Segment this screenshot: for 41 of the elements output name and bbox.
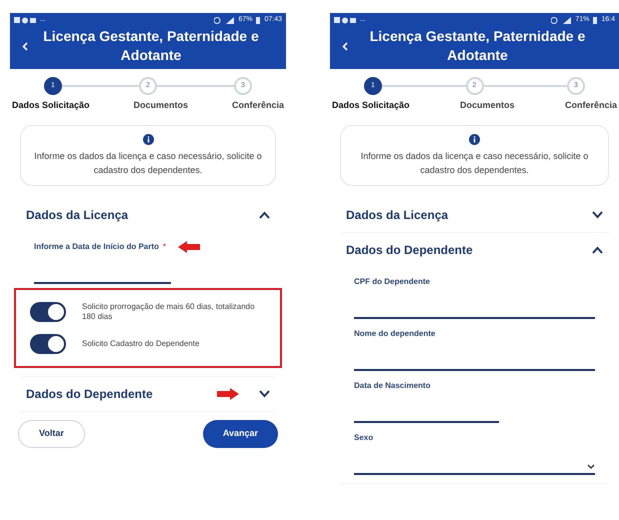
- collapse-icon[interactable]: [592, 246, 603, 254]
- step-label: Dados Solicitação: [12, 99, 90, 112]
- step-label: Conferência: [564, 99, 617, 112]
- back-button[interactable]: Voltar: [18, 420, 85, 448]
- toggle-switch[interactable]: [30, 302, 66, 322]
- collapse-icon[interactable]: [259, 210, 270, 218]
- battery-icon: [593, 16, 598, 24]
- next-button[interactable]: Avançar: [202, 420, 278, 448]
- back-icon[interactable]: [342, 42, 348, 50]
- toggle-label: Solicito Cadastro do Dependente: [82, 338, 200, 348]
- field-label: Data de Nascimento: [354, 380, 430, 392]
- required-mark: *: [162, 240, 166, 252]
- step-label: Dados Solicitação: [332, 99, 410, 112]
- step-label: Documentos: [134, 99, 188, 112]
- step-label: Conferência: [232, 99, 284, 112]
- accordion-header[interactable]: Dados do Dependente: [20, 376, 276, 410]
- notification-icons: [14, 16, 36, 24]
- info-icon: [142, 134, 154, 144]
- battery-icon: [256, 16, 260, 24]
- info-icon: [469, 134, 480, 144]
- screen-title: Licença Gestante, Paternidade e Adotante: [368, 27, 586, 65]
- toggle-label: Solicito prorrogação de mais 60 dias, totalizando 180 dias: [82, 302, 256, 322]
- accordion-header[interactable]: Dados da Licença: [340, 198, 609, 232]
- expand-icon[interactable]: [592, 210, 603, 218]
- field-label: Informe a Data de Início do Parto: [34, 240, 159, 252]
- field-label: Nome do dependente: [354, 328, 436, 340]
- signal-icon: [551, 16, 572, 24]
- accordion-header[interactable]: Dados da Licença: [20, 198, 276, 232]
- screen-title: Licença Gestante, Paternidade e Adotante: [42, 27, 260, 65]
- step-label: Documentos: [460, 99, 515, 112]
- chevron-down-icon: [587, 464, 595, 468]
- field-label: CPF do Dependente: [354, 276, 430, 288]
- info-text: Informe os dados da licença e caso necessário, solicite o cadastro dos dependentes.: [33, 150, 263, 176]
- expand-icon[interactable]: [259, 390, 270, 398]
- info-text: Informe os dados da licença e caso necessário, solicite o cadastro dos dependentes.: [360, 150, 590, 176]
- notification-icons: [334, 16, 356, 24]
- accordion-header[interactable]: Dados do Dependente: [340, 232, 609, 266]
- signal-icon: [214, 16, 234, 24]
- field-label: Sexo: [354, 432, 374, 444]
- toggle-switch[interactable]: [30, 334, 66, 354]
- back-icon[interactable]: [22, 42, 28, 50]
